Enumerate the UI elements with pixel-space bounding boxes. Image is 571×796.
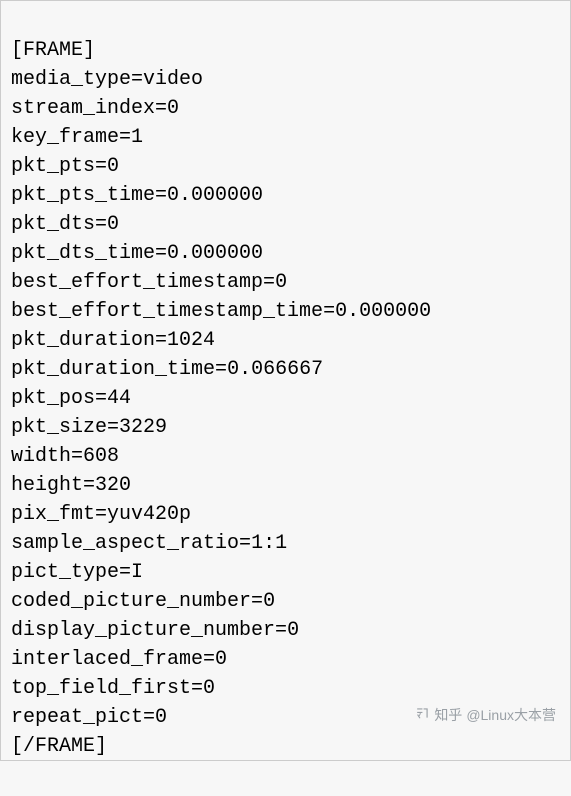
frame-header: [FRAME] — [11, 36, 560, 65]
field-row: best_effort_timestamp_time=0.000000 — [11, 297, 560, 326]
field-row: pkt_duration_time=0.066667 — [11, 355, 560, 384]
field-row: display_picture_number=0 — [11, 616, 560, 645]
field-row: pkt_pts_time=0.000000 — [11, 181, 560, 210]
field-key: width — [11, 445, 71, 468]
field-value: 320 — [95, 474, 131, 497]
field-key: pix_fmt — [11, 503, 95, 526]
field-value: 0.000000 — [167, 184, 263, 207]
field-key: pkt_pos — [11, 387, 95, 410]
field-key: pkt_dts_time — [11, 242, 155, 265]
frame-footer: [/FRAME] — [11, 732, 560, 761]
field-value: 1:1 — [251, 532, 287, 555]
field-value: yuv420p — [107, 503, 191, 526]
field-value: 0 — [287, 619, 299, 642]
field-row: best_effort_timestamp=0 — [11, 268, 560, 297]
field-key: stream_index — [11, 97, 155, 120]
field-value: 1024 — [167, 329, 215, 352]
field-row: sample_aspect_ratio=1:1 — [11, 529, 560, 558]
zhihu-watermark: 知乎 @Linux大本营 — [416, 701, 556, 730]
field-row: width=608 — [11, 442, 560, 471]
field-row: top_field_first=0 — [11, 674, 560, 703]
field-row: media_type=video — [11, 65, 560, 94]
field-value: 0.000000 — [167, 242, 263, 265]
field-row: coded_picture_number=0 — [11, 587, 560, 616]
watermark-prefix: 知乎 — [434, 701, 462, 730]
field-key: pkt_duration — [11, 329, 155, 352]
field-key: pkt_duration_time — [11, 358, 215, 381]
field-value: 1 — [131, 126, 143, 149]
field-key: coded_picture_number — [11, 590, 251, 613]
field-key: pkt_pts_time — [11, 184, 155, 207]
field-value: 0 — [155, 706, 167, 729]
field-row: interlaced_frame=0 — [11, 645, 560, 674]
field-value: video — [143, 68, 203, 91]
field-value: 608 — [83, 445, 119, 468]
field-value: 0 — [275, 271, 287, 294]
field-row: pkt_size=3229 — [11, 413, 560, 442]
field-value: 0.000000 — [335, 300, 431, 323]
field-row: pkt_duration=1024 — [11, 326, 560, 355]
field-value: 0 — [107, 155, 119, 178]
field-key: pkt_size — [11, 416, 107, 439]
field-key: best_effort_timestamp — [11, 271, 263, 294]
field-row: pict_type=I — [11, 558, 560, 587]
field-key: height — [11, 474, 83, 497]
field-row: key_frame=1 — [11, 123, 560, 152]
field-value: 44 — [107, 387, 131, 410]
field-value: 0 — [107, 213, 119, 236]
field-value: 0.066667 — [227, 358, 323, 381]
field-key: interlaced_frame — [11, 648, 203, 671]
zhihu-logo-icon — [416, 701, 430, 730]
field-key: display_picture_number — [11, 619, 275, 642]
field-key: pict_type — [11, 561, 119, 584]
field-value: 0 — [263, 590, 275, 613]
field-key: sample_aspect_ratio — [11, 532, 239, 555]
field-key: top_field_first — [11, 677, 191, 700]
field-value: 3229 — [119, 416, 167, 439]
field-value: 0 — [215, 648, 227, 671]
field-key: key_frame — [11, 126, 119, 149]
watermark-author: @Linux大本营 — [466, 701, 556, 730]
field-row: pkt_pos=44 — [11, 384, 560, 413]
field-key: repeat_pict — [11, 706, 143, 729]
field-row: stream_index=0 — [11, 94, 560, 123]
field-row: pix_fmt=yuv420p — [11, 500, 560, 529]
field-key: best_effort_timestamp_time — [11, 300, 323, 323]
field-value: 0 — [203, 677, 215, 700]
field-row: pkt_dts=0 — [11, 210, 560, 239]
field-row: height=320 — [11, 471, 560, 500]
field-key: pkt_pts — [11, 155, 95, 178]
frame-output-block: [FRAME]media_type=videostream_index=0key… — [1, 1, 570, 796]
field-value: 0 — [167, 97, 179, 120]
field-row: pkt_dts_time=0.000000 — [11, 239, 560, 268]
field-key: pkt_dts — [11, 213, 95, 236]
field-value: I — [131, 561, 143, 584]
field-row: pkt_pts=0 — [11, 152, 560, 181]
field-key: media_type — [11, 68, 131, 91]
